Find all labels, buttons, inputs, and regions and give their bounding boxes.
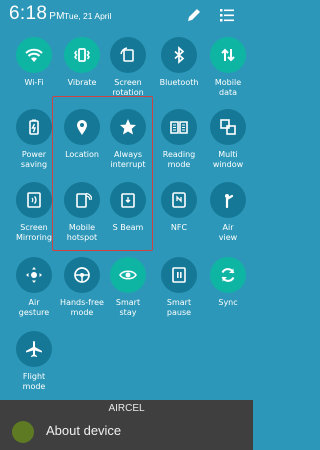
- screen-rotation-icon: [110, 37, 146, 73]
- quick-setting-label: Wi-Fi: [24, 78, 44, 87]
- quick-setting-label: Reading mode: [162, 150, 196, 169]
- hands-free-icon: [64, 257, 100, 293]
- quick-setting-label: Flight mode: [22, 372, 46, 391]
- smart-pause-icon: [161, 257, 197, 293]
- vibrate-icon: [64, 37, 100, 73]
- quick-setting-label: Hands-free mode: [60, 298, 104, 317]
- nfc-icon: [161, 182, 197, 218]
- quick-setting-label: Multi window: [212, 150, 244, 169]
- quick-setting-tile[interactable]: Screen rotation: [103, 37, 153, 105]
- about-device-icon[interactable]: [12, 421, 34, 443]
- status-date: Tue, 21 April: [64, 11, 112, 21]
- quick-setting-tile[interactable]: Flight mode: [9, 331, 59, 399]
- clock: 6:18 PM: [9, 3, 65, 24]
- quick-setting-label: Vibrate: [67, 78, 97, 87]
- quick-setting-tile[interactable]: Mobile data: [203, 37, 253, 105]
- quick-setting-tile[interactable]: Air view: [203, 182, 253, 250]
- quick-setting-tile[interactable]: Hands-free mode: [57, 257, 107, 325]
- quick-setting-label: Screen rotation: [112, 78, 144, 97]
- status-bar: 6:18 PM Tue, 21 April: [0, 0, 253, 30]
- multi-window-icon: [210, 109, 246, 145]
- quick-setting-tile[interactable]: Wi-Fi: [9, 37, 59, 105]
- highlight-box: [52, 96, 153, 251]
- quick-setting-label: Power saving: [20, 150, 48, 169]
- bluetooth-icon: [161, 37, 197, 73]
- quick-setting-tile[interactable]: Vibrate: [57, 37, 107, 105]
- air-view-icon: [210, 182, 246, 218]
- quick-setting-label: Air gesture: [18, 298, 50, 317]
- mobile-data-icon: [210, 37, 246, 73]
- quick-setting-tile[interactable]: Smart pause: [154, 257, 204, 325]
- edit-icon[interactable]: [185, 6, 203, 24]
- quick-setting-label: NFC: [170, 223, 188, 232]
- sync-icon: [210, 257, 246, 293]
- flight-mode-icon: [16, 331, 52, 367]
- quick-setting-label: Air view: [218, 223, 238, 242]
- quick-setting-tile[interactable]: Sync: [203, 257, 253, 325]
- reading-mode-icon: [161, 109, 197, 145]
- screen-mirroring-icon: [16, 182, 52, 218]
- power-saving-icon: [16, 109, 52, 145]
- air-gesture-icon: [16, 257, 52, 293]
- quick-setting-tile[interactable]: NFC: [154, 182, 204, 250]
- quick-setting-tile[interactable]: Air gesture: [9, 257, 59, 325]
- quick-setting-label: Screen Mirroring: [16, 223, 52, 242]
- quick-setting-label: Mobile data: [214, 78, 242, 97]
- carrier-label: AIRCEL: [108, 403, 145, 414]
- wifi-icon: [16, 37, 52, 73]
- quick-setting-label: Smart stay: [115, 298, 141, 317]
- smart-stay-icon: [110, 257, 146, 293]
- quick-setting-label: Bluetooth: [159, 78, 199, 87]
- list-icon[interactable]: [218, 6, 236, 24]
- quick-setting-tile[interactable]: Reading mode: [154, 109, 204, 177]
- quick-setting-tile[interactable]: Smart stay: [103, 257, 153, 325]
- quick-setting-label: Smart pause: [166, 298, 192, 317]
- about-device-label[interactable]: About device: [46, 423, 121, 438]
- quick-setting-tile[interactable]: Bluetooth: [154, 37, 204, 105]
- quick-setting-label: Sync: [218, 298, 238, 307]
- quick-setting-tile[interactable]: Multi window: [203, 109, 253, 177]
